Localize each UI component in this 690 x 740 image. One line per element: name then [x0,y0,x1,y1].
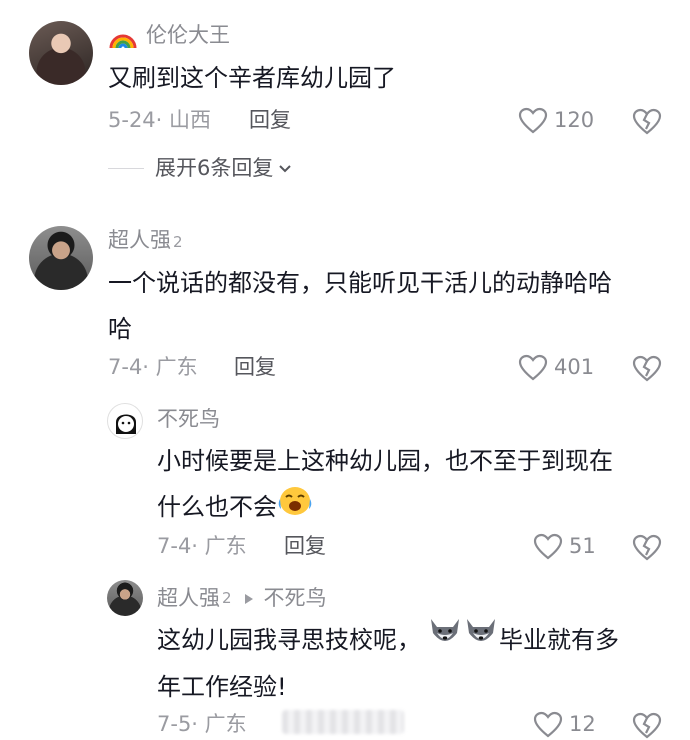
heart-outline-icon [518,354,548,381]
broken-heart-icon[interactable] [632,107,662,135]
reply-meta: 7-4· 广东 [157,534,247,558]
username-suffix: 2 [173,233,183,251]
comment-meta: 5-24· 山西 [108,108,212,132]
play-arrow-icon [244,593,253,604]
username[interactable]: 超人强 [157,588,220,609]
like-button[interactable]: 401 [518,354,594,381]
expand-replies-label: 展开6条回复 [155,156,274,180]
heart-outline-icon [518,107,548,134]
comment-text-line: 哈 [108,315,132,343]
reply-text-line: 什么也不会 [157,484,667,532]
avatar[interactable] [29,226,93,290]
comment-text-line: 一个说话的都没有，只能听见干活儿的动静哈哈 [108,269,612,297]
reply-text: 这幼儿园我寻思技校呢， 毕业就有多 年工作经验! [157,615,667,710]
like-count: 401 [554,355,595,379]
like-button[interactable]: 120 [518,107,594,134]
reply-header: 超人强 2 不死鸟 [157,588,327,609]
wolf-emoji [463,615,499,664]
reply-text-line: 年工作经验! [157,673,287,701]
username-text: 超人强 [108,228,171,252]
broken-heart-icon[interactable] [632,711,662,739]
reply-text-segment: 毕业就有多 [499,625,619,654]
broken-heart-icon[interactable] [632,533,662,561]
laugh-cry-emoji [277,485,313,532]
username[interactable]: 超人强 2 [108,230,183,251]
comment-text: 一个说话的都没有，只能听见干活儿的动静哈哈 哈 [108,260,668,352]
avatar[interactable] [107,580,143,616]
rainbow-icon [108,22,138,50]
reply-text-line: 这幼儿园我寻思技校呢， 毕业就有多 [157,615,667,664]
reply-text-line: 小时候要是上这种幼儿园，也不至于到现在 [157,447,613,475]
chevron-down-icon [279,164,292,172]
reply-text-segment: 什么也不会 [157,493,277,521]
comment-meta: 7-4· 广东 [108,355,198,379]
wolf-emoji [427,615,463,664]
broken-heart-icon[interactable] [632,354,662,382]
avatar[interactable] [107,403,143,439]
divider [108,168,144,169]
reply-to-username[interactable]: 不死鸟 [264,588,327,609]
reply-meta: 7-5· 广东 [157,712,247,736]
heart-outline-icon [533,711,563,738]
username[interactable]: 不死鸟 [157,409,220,430]
like-count: 120 [554,108,595,132]
username-suffix: 2 [222,589,232,607]
heart-outline-icon [533,533,563,560]
reply-button[interactable]: 回复 [249,110,291,131]
like-button[interactable]: 12 [533,711,596,738]
expand-replies-button[interactable]: 展开6条回复 [155,158,293,179]
like-button[interactable]: 51 [533,533,596,560]
reply-button[interactable]: 回复 [234,357,276,378]
username[interactable]: 伦伦大王 [146,25,230,46]
like-count: 12 [569,712,596,736]
like-count: 51 [569,534,596,558]
reply-text-segment: 这幼儿园我寻思技校呢， [157,625,421,654]
avatar[interactable] [29,21,93,85]
watermark [282,710,404,734]
comment-text: 又刷到这个辛者库幼儿园了 [108,64,396,92]
reply-button[interactable]: 回复 [284,536,326,557]
reply-text: 小时候要是上这种幼儿园，也不至于到现在 什么也不会 [157,438,667,532]
